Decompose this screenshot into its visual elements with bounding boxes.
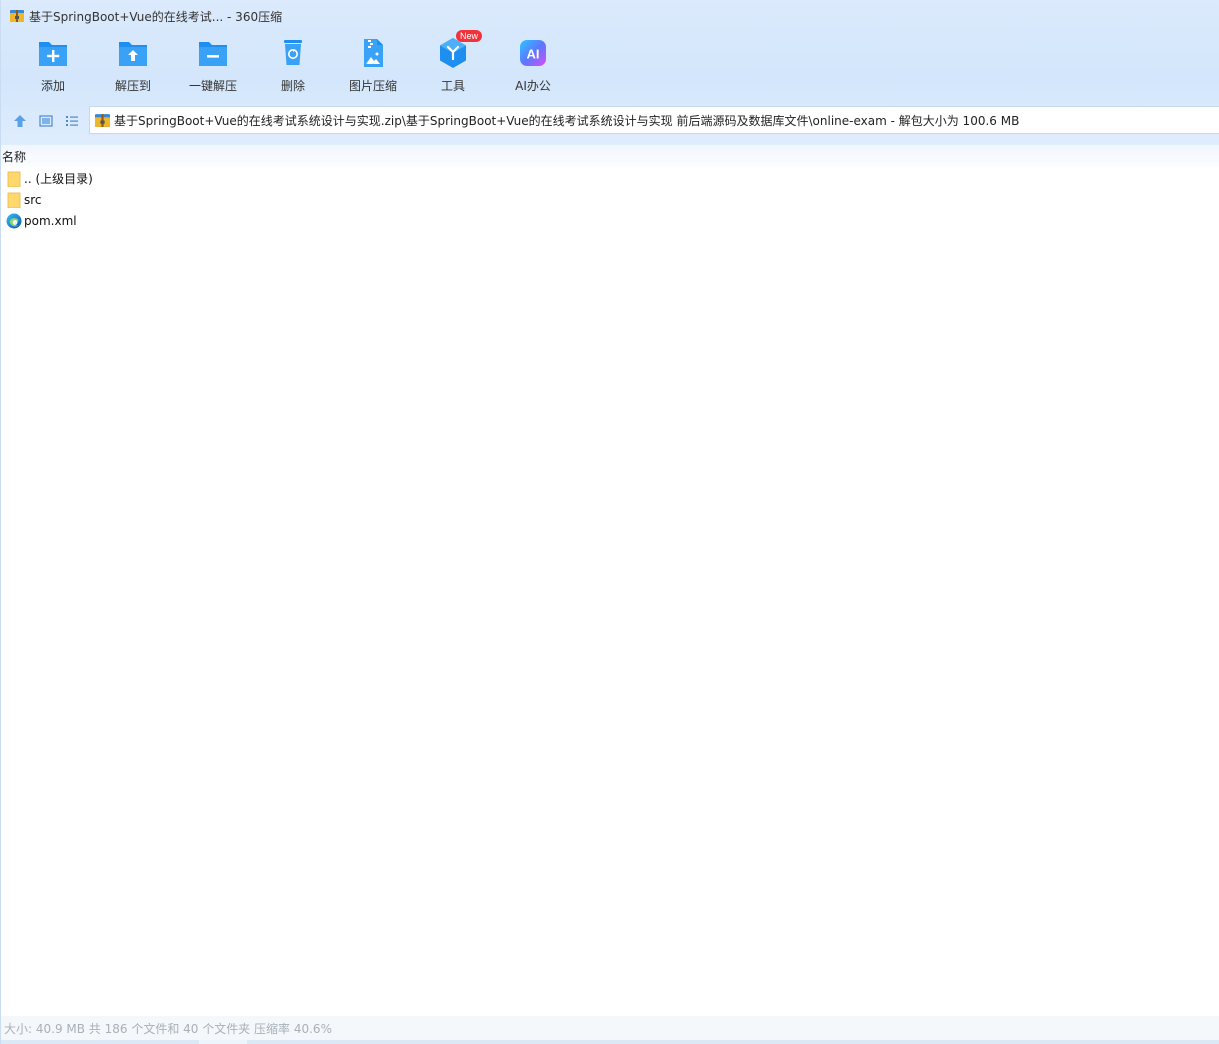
toolbar: 添加 解压到 一键解压 删除 图片压缩 New 工具 AI AI办公 xyxy=(13,30,573,100)
ai-office-icon: AI xyxy=(516,36,550,70)
one-click-extract-label: 一键解压 xyxy=(188,79,237,93)
list-item-pom-xml[interactable]: pom.xml xyxy=(1,210,1219,231)
thumbnail-view-icon xyxy=(39,115,53,127)
address-bar[interactable]: 基于SpringBoot+Vue的在线考试系统设计与实现.zip\基于Sprin… xyxy=(89,106,1219,134)
extract-to-button[interactable]: 解压到 xyxy=(93,36,173,100)
image-compress-icon xyxy=(356,36,390,70)
svg-text:AI: AI xyxy=(527,47,540,62)
address-path: 基于SpringBoot+Vue的在线考试系统设计与实现.zip\基于Sprin… xyxy=(114,113,1020,128)
up-arrow-icon xyxy=(14,115,26,127)
file-name: .. (上级目录) xyxy=(24,172,93,186)
folder-icon xyxy=(5,170,23,188)
one-click-extract-button[interactable]: 一键解压 xyxy=(173,36,253,100)
folder-extract-icon xyxy=(116,36,150,70)
tools-button[interactable]: New 工具 xyxy=(413,30,493,100)
scrollbar-thumb[interactable] xyxy=(199,1040,247,1044)
app-window: 基于SpringBoot+Vue的在线考试... - 360压缩 添加 解压到 … xyxy=(0,0,1219,1044)
one-click-extract-icon xyxy=(196,36,230,70)
image-compress-label: 图片压缩 xyxy=(348,79,397,93)
status-bar: 大小: 40.9 MB 共 186 个文件和 40 个文件夹 压缩率 40.6% xyxy=(1,1016,1219,1040)
header: 基于SpringBoot+Vue的在线考试... - 360压缩 添加 解压到 … xyxy=(1,0,1219,145)
ai-office-label: AI办公 xyxy=(515,79,551,93)
list-item-parent-directory[interactable]: .. (上级目录) xyxy=(1,168,1219,189)
address-row: 基于SpringBoot+Vue的在线考试系统设计与实现.zip\基于Sprin… xyxy=(1,106,1219,136)
tools-cube-icon: New xyxy=(436,30,482,70)
up-button[interactable] xyxy=(7,106,33,136)
list-view-button[interactable] xyxy=(59,106,85,136)
list-view-icon xyxy=(66,116,78,126)
file-name: src xyxy=(24,192,42,207)
recycle-bin-icon xyxy=(276,36,310,70)
folder-icon xyxy=(5,191,23,209)
archive-icon xyxy=(95,113,110,127)
delete-button[interactable]: 删除 xyxy=(253,36,333,100)
image-compress-button[interactable]: 图片压缩 xyxy=(333,36,413,100)
delete-label: 删除 xyxy=(280,79,305,93)
title-bar: 基于SpringBoot+Vue的在线考试... - 360压缩 xyxy=(1,0,1219,32)
file-list: .. (上级目录) src pom.xml xyxy=(1,168,1219,231)
list-header: 名称 xyxy=(1,145,1219,167)
list-item-src[interactable]: src xyxy=(1,189,1219,210)
add-label: 添加 xyxy=(40,79,65,93)
window-title: 基于SpringBoot+Vue的在线考试... - 360压缩 xyxy=(29,9,283,24)
new-badge: New xyxy=(455,30,482,42)
tools-label: 工具 xyxy=(440,79,465,93)
add-button[interactable]: 添加 xyxy=(13,36,93,100)
file-name: pom.xml xyxy=(24,213,77,228)
edge-browser-icon xyxy=(5,212,23,230)
status-text: 大小: 40.9 MB 共 186 个文件和 40 个文件夹 压缩率 40.6% xyxy=(4,1021,332,1036)
thumbnail-view-button[interactable] xyxy=(33,106,59,136)
column-header-name[interactable]: 名称 xyxy=(2,148,26,165)
folder-add-icon xyxy=(36,36,70,70)
archive-icon xyxy=(10,10,24,22)
bottom-scrollbar[interactable] xyxy=(1,1040,1219,1044)
ai-office-button[interactable]: AI AI办公 xyxy=(493,36,573,100)
extract-to-label: 解压到 xyxy=(114,79,151,93)
